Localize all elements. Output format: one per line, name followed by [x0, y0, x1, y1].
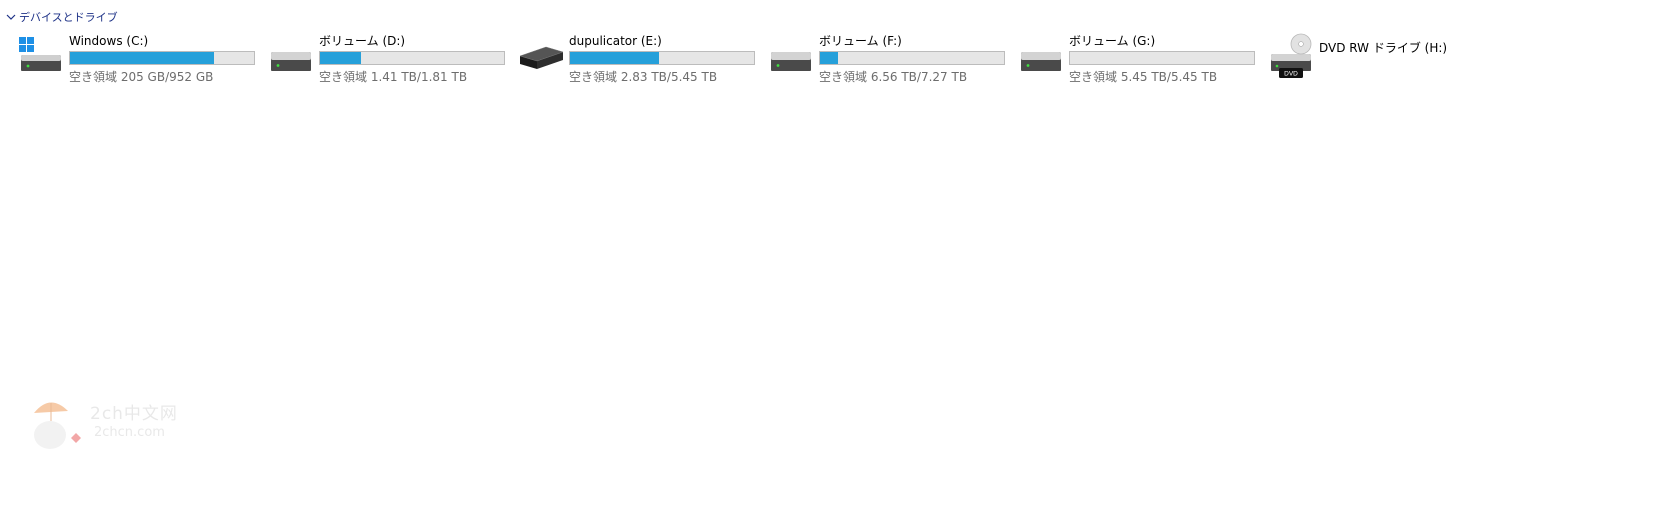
- chevron-down-icon: [6, 14, 16, 20]
- dvd-drive-icon: DVD: [1271, 33, 1312, 78]
- hard-drive-icon: [271, 52, 311, 71]
- drive-name: dupulicator (E:): [569, 34, 662, 48]
- usage-bar-fill: [570, 52, 659, 64]
- drive-name: Windows (C:): [69, 34, 149, 48]
- drive-item-g[interactable]: ボリューム (G:) 空き領域 5.45 TB/5.45 TB: [1018, 30, 1258, 85]
- drive-item-c[interactable]: Windows (C:) 空き領域 205 GB/952 GB: [18, 30, 258, 85]
- free-space-text: 空き領域 205 GB/952 GB: [69, 70, 214, 84]
- usage-bar: [69, 51, 255, 65]
- usage-bar-fill: [820, 52, 839, 64]
- svg-text:DVD: DVD: [1284, 71, 1298, 78]
- free-space-text: 空き領域 5.45 TB/5.45 TB: [1069, 70, 1218, 84]
- hard-drive-icon: [771, 52, 811, 71]
- usage-bar-fill: [320, 52, 361, 64]
- watermark-sub-text: 2chcn.com: [94, 425, 165, 440]
- group-header-devices-and-drives[interactable]: デバイスとドライブ: [6, 9, 118, 25]
- windows-system-drive-icon: [19, 37, 61, 71]
- drive-name: ボリューム (D:): [319, 34, 406, 48]
- drive-item-d[interactable]: ボリューム (D:) 空き領域 1.41 TB/1.81 TB: [268, 30, 508, 85]
- external-drive-icon: [519, 46, 564, 69]
- free-space-text: 空き領域 1.41 TB/1.81 TB: [319, 70, 468, 84]
- hard-drive-icon: [1021, 52, 1061, 71]
- drive-item-h[interactable]: DVD DVD RW ドライブ (H:): [1268, 30, 1508, 85]
- group-title: デバイスとドライブ: [19, 11, 118, 24]
- usage-bar: [819, 51, 1005, 65]
- free-space-text: 空き領域 2.83 TB/5.45 TB: [569, 70, 718, 84]
- mascot-umbrella-icon: [34, 402, 81, 449]
- drive-item-f[interactable]: ボリューム (F:) 空き領域 6.56 TB/7.27 TB: [768, 30, 1008, 85]
- drive-name: ボリューム (G:): [1069, 34, 1156, 48]
- watermark: 2ch中文网 2chcn.com: [28, 393, 198, 453]
- watermark-main-text: 2ch中文网: [90, 404, 178, 424]
- usage-bar: [1069, 51, 1255, 65]
- drive-item-e[interactable]: dupulicator (E:) 空き領域 2.83 TB/5.45 TB: [518, 30, 758, 85]
- drive-name: DVD RW ドライブ (H:): [1319, 41, 1448, 55]
- drive-name: ボリューム (F:): [819, 34, 902, 48]
- free-space-text: 空き領域 6.56 TB/7.27 TB: [819, 70, 968, 84]
- usage-bar: [319, 51, 505, 65]
- usage-bar-fill: [70, 52, 215, 64]
- usage-bar: [569, 51, 755, 65]
